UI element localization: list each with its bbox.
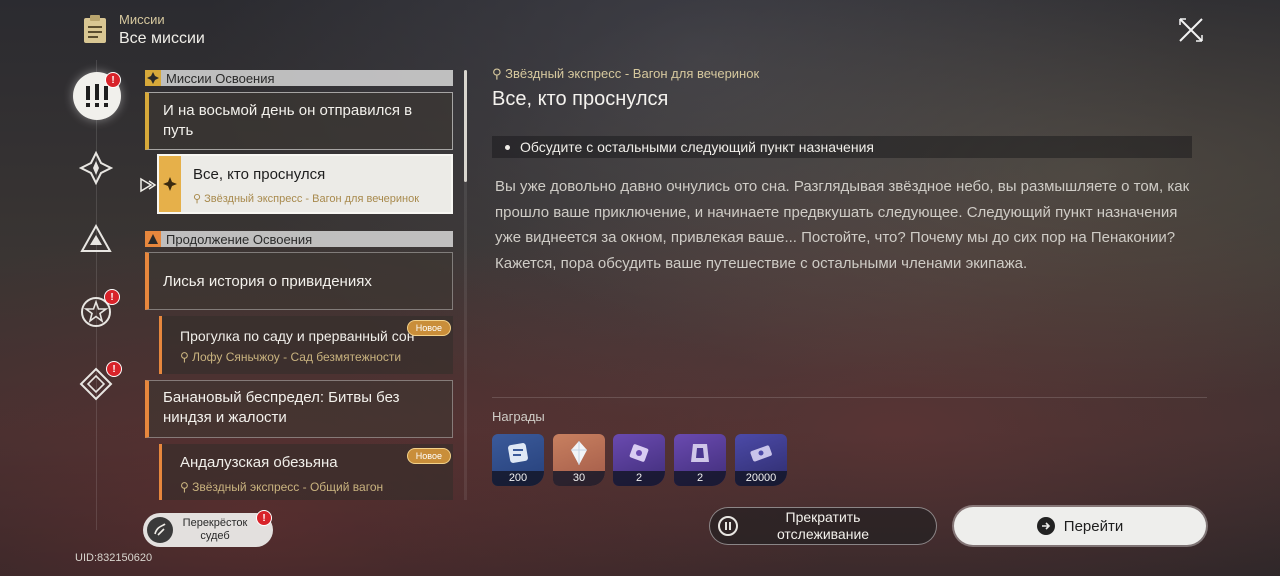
missions-clipboard-icon [84, 15, 106, 43]
tracked-mission-icon [159, 156, 181, 212]
companion-triangle-icon [80, 223, 112, 252]
credit-icon [735, 434, 787, 471]
location-pin-icon: ⚲ [492, 66, 506, 81]
stellar-jade-icon [553, 434, 605, 471]
section-header-trailblaze: Миссии Освоения [145, 70, 453, 86]
trailblaze-exp-icon [492, 434, 544, 471]
reward-item[interactable]: 30 [553, 434, 605, 486]
mission-title: Прогулка по саду и прерванный сон [180, 328, 415, 344]
continuation-section-icon [145, 231, 161, 247]
location-pin-icon: ⚲ [180, 350, 193, 364]
header-category: Миссии [119, 12, 165, 27]
mission-card[interactable]: И на восьмой день он отправился в путь [145, 92, 453, 150]
objective-row: Обсудите с остальными следующий пункт на… [492, 136, 1192, 158]
crossroads-of-fate-button[interactable]: Перекрёсток судеб [143, 513, 273, 547]
objective-text: Обсудите с остальными следующий пункт на… [520, 139, 874, 155]
close-icon[interactable] [1177, 16, 1205, 44]
mission-subcard[interactable]: Андалузская обезьяна ⚲ Звёздный экспресс… [159, 444, 453, 500]
pause-icon [718, 516, 738, 536]
list-scrollbar-thumb[interactable] [464, 70, 467, 182]
uid-label: UID:832150620 [75, 552, 153, 564]
section-header-continuation: Продолжение Освоения [145, 231, 453, 247]
mission-title: Андалузская обезьяна [180, 454, 338, 471]
go-button[interactable]: Перейти [954, 507, 1206, 545]
rewards-label: Награды [492, 409, 545, 424]
selection-pointer-icon [140, 177, 157, 193]
detail-location: ⚲ Звёздный экспресс - Вагон для вечерино… [492, 66, 760, 81]
exp-material-icon [613, 434, 665, 471]
section-label: Продолжение Освоения [166, 231, 313, 247]
go-arrow-icon [1036, 517, 1055, 535]
reward-item[interactable]: 20000 [735, 434, 787, 486]
mission-card[interactable]: Лисья история о привидениях [145, 252, 453, 310]
mission-title: И на восьмой день он отправился в путь [163, 102, 413, 139]
mission-subcard[interactable]: Прогулка по саду и прерванный сон ⚲ Лофу… [159, 316, 453, 374]
mission-title: Лисья история о привидениях [163, 272, 372, 290]
crossroads-label: Перекрёсток судеб [182, 517, 248, 542]
page-title: Все миссии [119, 30, 205, 47]
alert-badge: ! [105, 72, 121, 88]
mission-location: ⚲ Лофу Сяньчжоу - Сад безмятежности [180, 350, 402, 364]
refinement-material-icon [674, 434, 726, 471]
crossroads-icon [147, 517, 173, 543]
category-trailblaze-button[interactable] [74, 146, 118, 190]
mission-list[interactable]: Миссии Освоения И на восьмой день он отп… [145, 70, 455, 500]
mission-location: ⚲ Звёздный экспресс - Вагон для вечерино… [193, 193, 420, 205]
reward-item[interactable]: 2 [613, 434, 665, 486]
mission-title: Все, кто проснулся [193, 166, 326, 183]
trailblaze-section-icon [145, 70, 161, 86]
go-label: Перейти [1063, 517, 1124, 535]
location-pin-icon: ⚲ [180, 480, 193, 494]
alert-badge: ! [106, 361, 122, 377]
location-pin-icon: ⚲ [193, 193, 205, 205]
category-companion-button[interactable] [74, 218, 118, 262]
mission-card[interactable]: Банановый беспредел: Битвы без ниндзя и … [145, 380, 453, 438]
mission-card-selected[interactable]: Все, кто проснулся ⚲ Звёздный экспресс -… [157, 154, 453, 214]
alert-badge: ! [256, 510, 272, 526]
description-paragraph: Вы уже довольно давно очнулись ото сна. … [495, 178, 1190, 246]
mission-description: Вы уже довольно давно очнулись ото сна. … [495, 174, 1200, 276]
bullet-icon [505, 144, 510, 150]
description-paragraph: Кажется, пора обсудить ваше путешествие … [495, 254, 1028, 272]
reward-item[interactable]: 200 [492, 434, 544, 486]
stop-tracking-button[interactable]: Прекратить отслеживание [709, 507, 937, 545]
new-badge: Новое [406, 320, 451, 336]
mission-title: Банановый беспредел: Битвы без ниндзя и … [163, 389, 400, 426]
divider [492, 397, 1207, 398]
section-label: Миссии Освоения [166, 70, 275, 86]
trailblaze-star-icon [79, 151, 113, 185]
new-badge: Новое [406, 448, 451, 464]
detail-title: Все, кто проснулся [492, 88, 669, 110]
mission-location: ⚲ Звёздный экспресс - Общий вагон [180, 480, 384, 494]
alert-badge: ! [104, 289, 120, 305]
stop-tracking-label: Прекратить отслеживание [776, 509, 870, 542]
reward-item[interactable]: 2 [674, 434, 726, 486]
